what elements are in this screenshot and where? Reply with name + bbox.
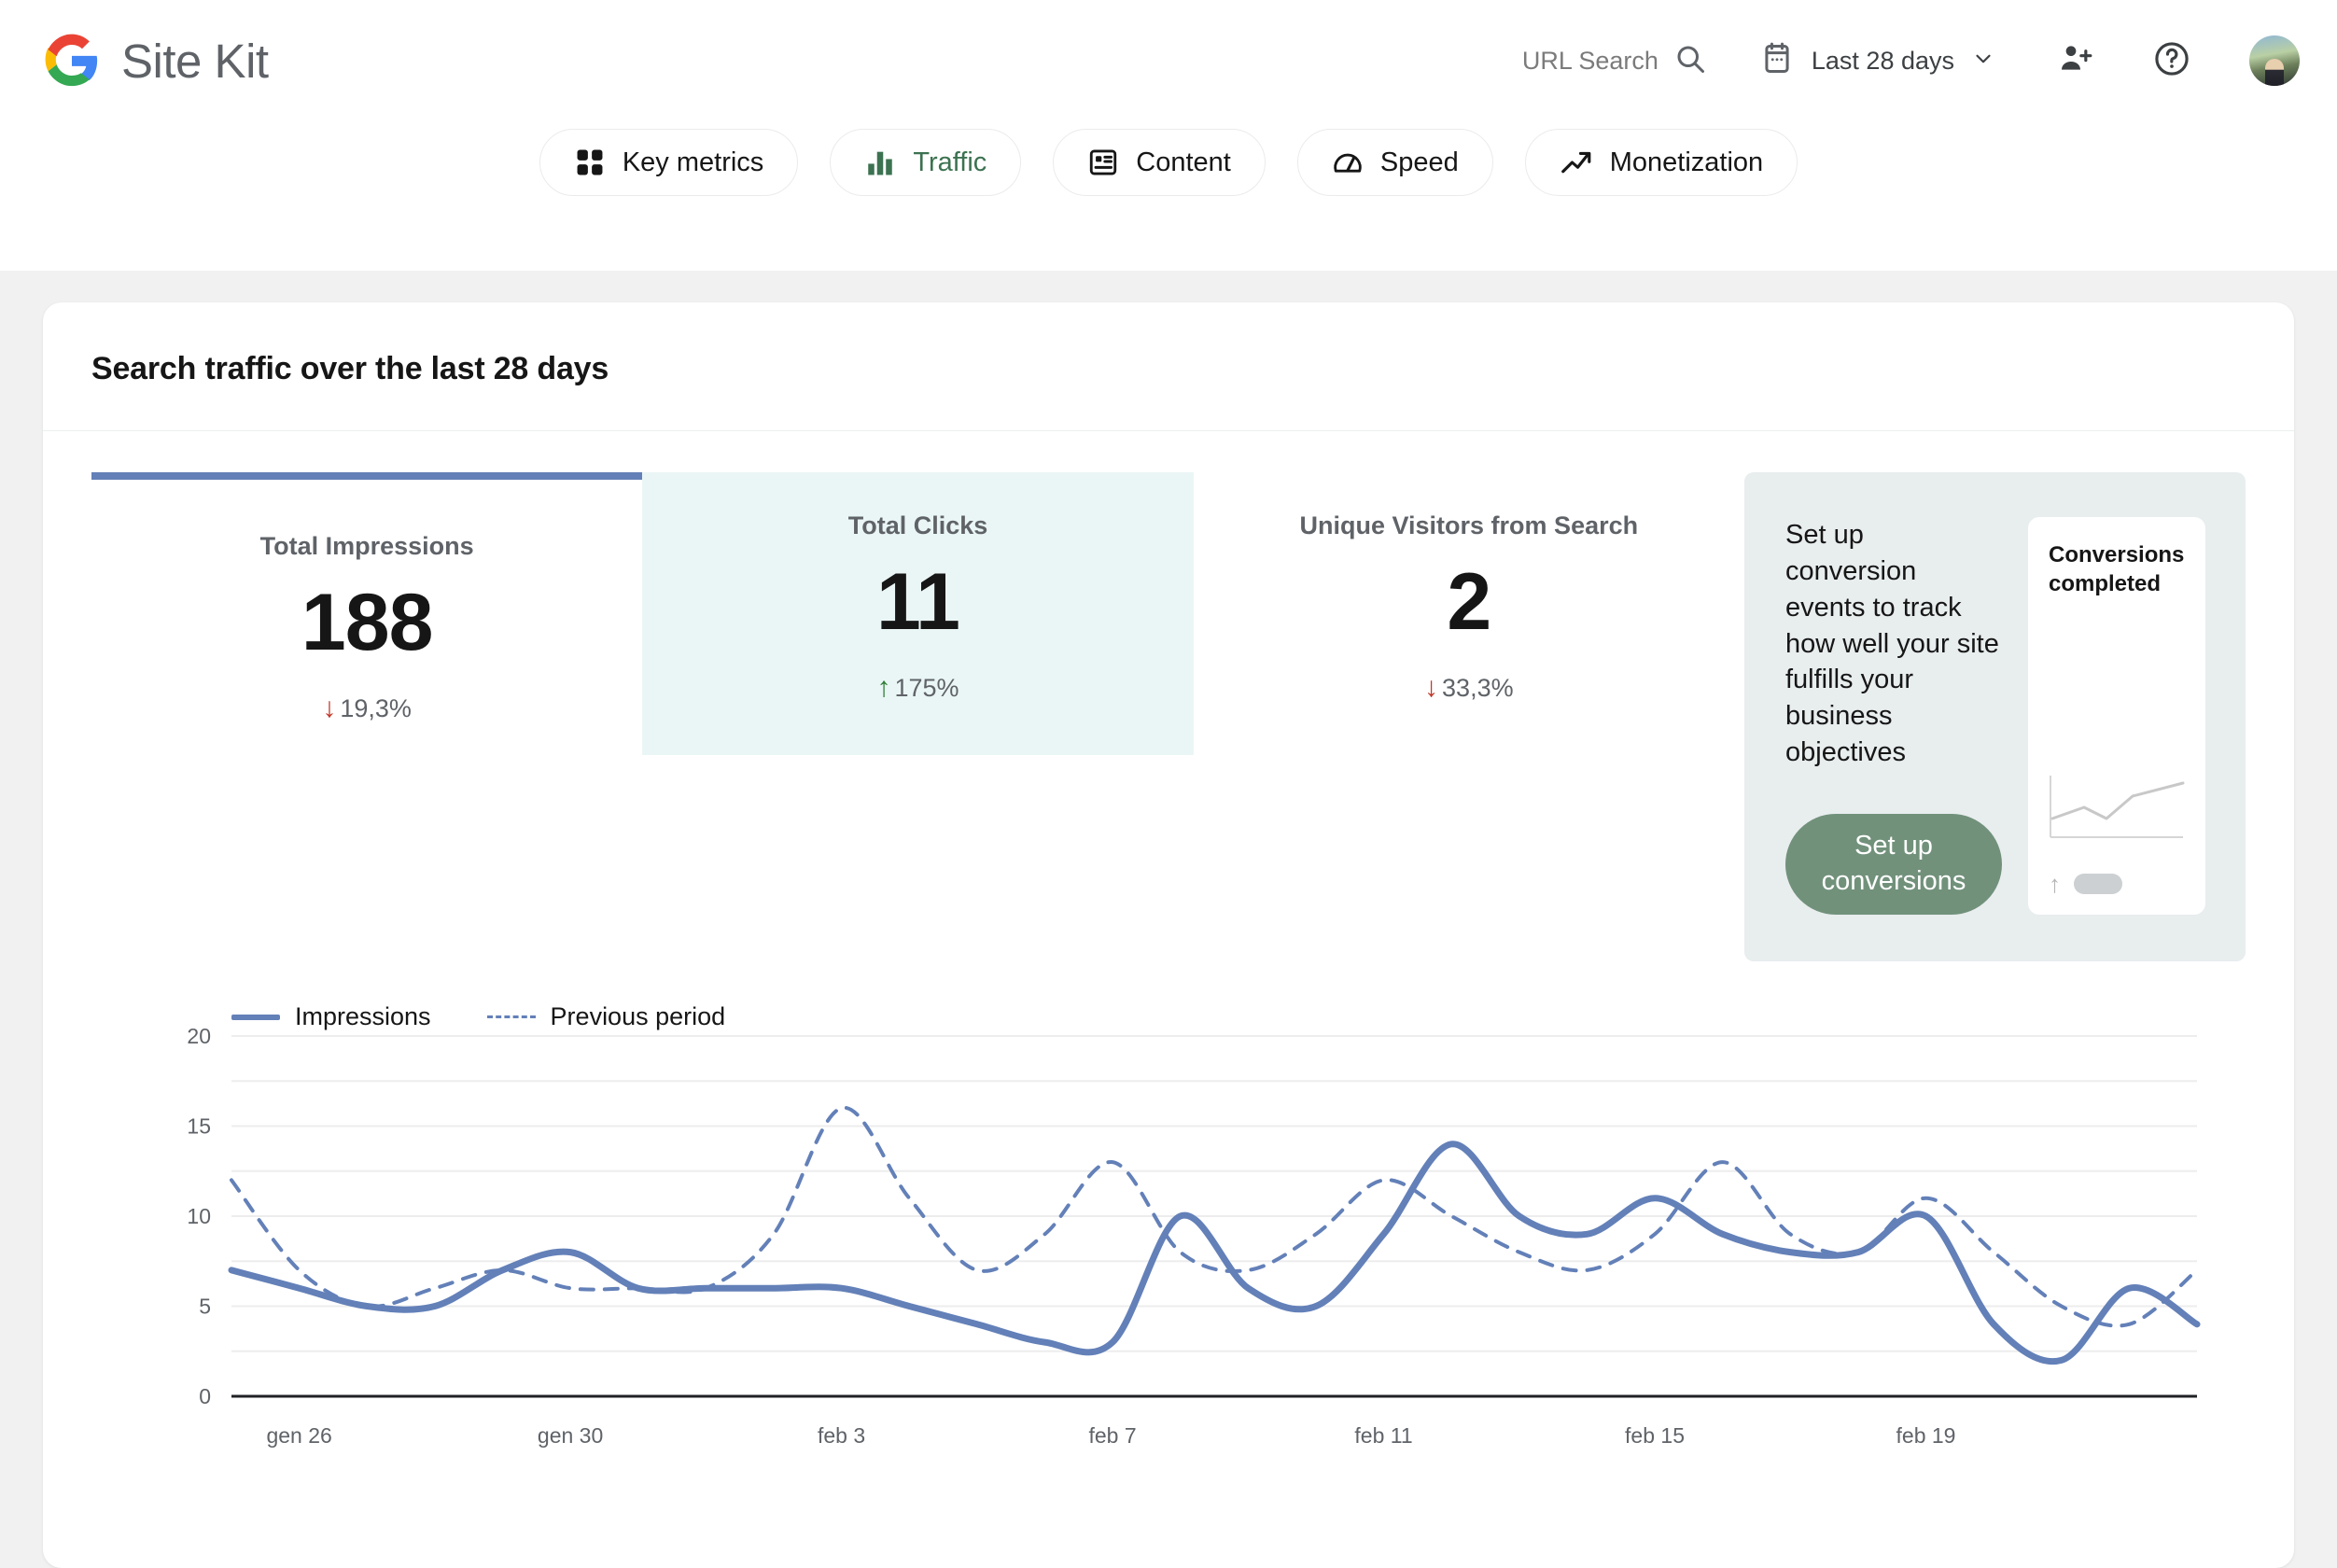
search-icon bbox=[1673, 42, 1707, 80]
metric-delta: ↓ 19,3% bbox=[110, 694, 623, 723]
metric-delta-value: 19,3% bbox=[340, 693, 412, 722]
legend-label: Impressions bbox=[295, 1002, 431, 1031]
header-actions: URL Search Last 28 days bbox=[1522, 35, 2300, 86]
metric-total-impressions[interactable]: Total Impressions 188 ↓ 19,3% bbox=[91, 472, 643, 776]
metrics-row: Total Impressions 188 ↓ 19,3% Total Clic… bbox=[91, 472, 2246, 962]
svg-text:0: 0 bbox=[199, 1384, 211, 1408]
svg-text:20: 20 bbox=[187, 1024, 211, 1048]
tab-label: Speed bbox=[1379, 147, 1459, 177]
arrow-down-icon: ↓ bbox=[1424, 672, 1439, 704]
svg-text:feb 7: feb 7 bbox=[1088, 1423, 1136, 1448]
app-title: Site Kit bbox=[121, 34, 269, 88]
legend-swatch-solid-icon bbox=[231, 1014, 280, 1020]
help-button[interactable] bbox=[2152, 39, 2191, 83]
tab-monetization[interactable]: Monetization bbox=[1524, 129, 1798, 196]
svg-text:5: 5 bbox=[199, 1295, 211, 1319]
conversions-preview-card: Conversions completed ↑ bbox=[2028, 517, 2205, 916]
legend-item-impressions[interactable]: Impressions bbox=[231, 1002, 431, 1031]
metric-label: Total Impressions bbox=[259, 532, 474, 560]
article-icon bbox=[1087, 147, 1119, 178]
metric-total-clicks[interactable]: Total Clicks 11 ↑ 175% bbox=[642, 472, 1194, 755]
svg-text:feb 19: feb 19 bbox=[1896, 1423, 1956, 1448]
legend-item-previous-period[interactable]: Previous period bbox=[486, 1002, 726, 1031]
date-range-label: Last 28 days bbox=[1811, 46, 1954, 75]
svg-text:gen 26: gen 26 bbox=[266, 1423, 331, 1448]
date-range-selector[interactable]: Last 28 days bbox=[1759, 41, 1995, 81]
placeholder-pill bbox=[2074, 874, 2122, 895]
metric-value: 11 bbox=[876, 557, 960, 647]
arrow-up-icon: ↑ bbox=[876, 672, 891, 704]
chart-canvas[interactable]: 0 5 10 15 20 gen 26 gen 30 feb 3 feb 7 feb 11 feb … bbox=[91, 1002, 2234, 1469]
metric-value: 2 bbox=[1447, 557, 1491, 647]
svg-text:gen 30: gen 30 bbox=[538, 1423, 603, 1448]
search-traffic-card: Search traffic over the last 28 days Tot… bbox=[43, 302, 2294, 1568]
svg-text:10: 10 bbox=[187, 1204, 211, 1228]
arrow-up-icon: ↑ bbox=[2049, 870, 2061, 899]
chart-legend: Impressions Previous period bbox=[231, 1002, 725, 1031]
tab-speed[interactable]: Speed bbox=[1296, 129, 1493, 196]
svg-text:feb 3: feb 3 bbox=[818, 1423, 865, 1448]
svg-text:feb 15: feb 15 bbox=[1625, 1423, 1685, 1448]
grid-icon bbox=[574, 147, 606, 178]
arrow-down-icon: ↓ bbox=[322, 693, 337, 724]
metric-label: Unique Visitors from Search bbox=[1299, 511, 1639, 539]
card-body: Total Impressions 188 ↓ 19,3% Total Clic… bbox=[43, 431, 2294, 1469]
avatar[interactable] bbox=[2249, 35, 2300, 86]
legend-swatch-dashed-icon bbox=[486, 1015, 536, 1019]
metric-delta-value: 33,3% bbox=[1442, 673, 1514, 702]
chevron-down-icon bbox=[1971, 47, 1995, 76]
calendar-icon bbox=[1759, 41, 1795, 81]
sparkline-chart bbox=[2049, 772, 2185, 849]
metric-value: 188 bbox=[301, 578, 434, 667]
url-search-button[interactable]: URL Search bbox=[1522, 42, 1707, 80]
trending-up-icon bbox=[1560, 146, 1593, 179]
impressions-chart: Impressions Previous period 0 5 10 15 20 gen … bbox=[91, 1002, 2246, 1469]
cta-description: Set up conversion events to track how we… bbox=[1785, 520, 1999, 768]
tab-content[interactable]: Content bbox=[1053, 129, 1266, 196]
cta-left: Set up conversion events to track how we… bbox=[1785, 517, 2002, 916]
tab-traffic[interactable]: Traffic bbox=[830, 129, 1022, 196]
google-logo-icon bbox=[43, 32, 101, 90]
tab-label: Content bbox=[1136, 147, 1231, 177]
page-body: Search traffic over the last 28 days Tot… bbox=[0, 271, 2337, 1568]
metric-label: Total Clicks bbox=[847, 511, 988, 539]
nav-tabs: Key metrics Traffic Content Speed Moneti… bbox=[0, 121, 2337, 196]
bar-chart-icon bbox=[864, 147, 896, 178]
metric-delta: ↓ 33,3% bbox=[1212, 674, 1726, 703]
speedometer-icon bbox=[1332, 147, 1364, 178]
tab-label: Traffic bbox=[913, 147, 987, 177]
brand: Site Kit bbox=[43, 32, 269, 90]
page-title: Search traffic over the last 28 days bbox=[91, 351, 609, 386]
person-add-icon bbox=[2057, 40, 2094, 82]
tab-key-metrics[interactable]: Key metrics bbox=[539, 129, 799, 196]
tab-label: Monetization bbox=[1609, 147, 1764, 177]
setup-conversions-panel: Set up conversion events to track how we… bbox=[1744, 472, 2246, 962]
legend-label: Previous period bbox=[550, 1002, 726, 1031]
set-up-conversions-button[interactable]: Set up conversions bbox=[1785, 814, 2002, 916]
tab-label: Key metrics bbox=[622, 147, 764, 177]
help-circle-icon bbox=[2152, 39, 2191, 83]
url-search-label: URL Search bbox=[1521, 46, 1658, 75]
conversions-preview-title: Conversions completed bbox=[2049, 542, 2185, 596]
card-header: Search traffic over the last 28 days bbox=[43, 302, 2294, 431]
svg-text:15: 15 bbox=[187, 1114, 211, 1139]
header-top-bar: Site Kit URL Search Last 28 days bbox=[0, 0, 2337, 121]
metric-delta: ↑ 175% bbox=[661, 674, 1174, 703]
app-header: Site Kit URL Search Last 28 days Key met… bbox=[0, 0, 2337, 271]
svg-text:feb 11: feb 11 bbox=[1354, 1423, 1412, 1448]
metric-delta-value: 175% bbox=[894, 673, 959, 702]
add-user-button[interactable] bbox=[2057, 40, 2094, 82]
conversions-preview-footer: ↑ bbox=[2049, 872, 2185, 896]
metric-unique-visitors[interactable]: Unique Visitors from Search 2 ↓ 33,3% bbox=[1194, 472, 1744, 755]
